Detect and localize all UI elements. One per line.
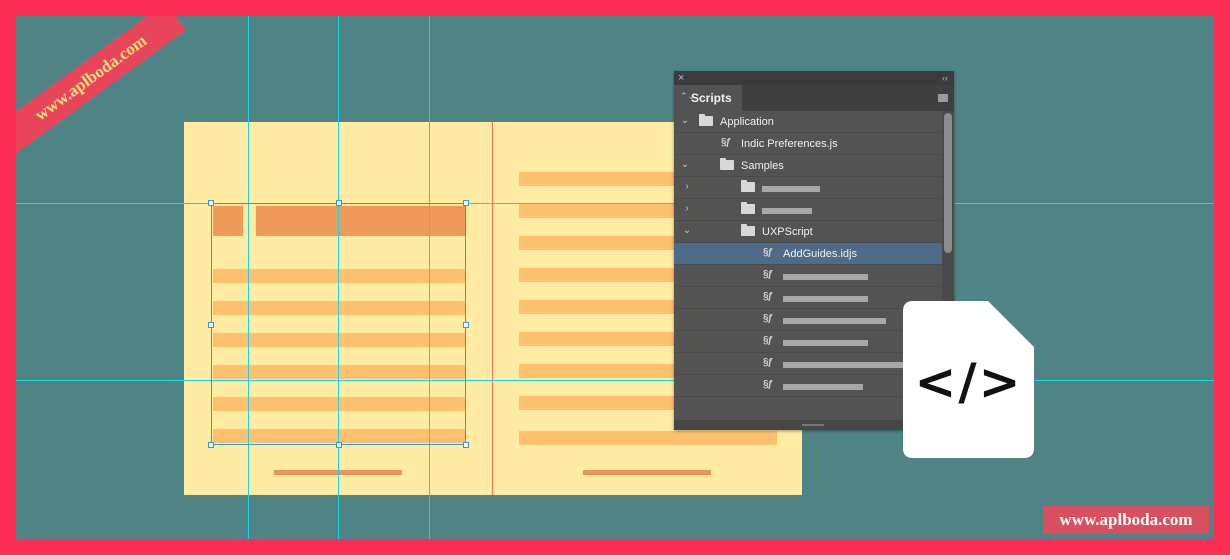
- tree-item-label: UXPScript: [762, 226, 813, 238]
- spread-spine: [492, 122, 493, 495]
- image-frame: www.aplboda.com × ‹‹ ⌃⌄ Scripts ⌄ Applica…: [0, 0, 1230, 555]
- script-icon: §ƒ: [763, 357, 773, 368]
- selection-handle-bottom-left[interactable]: [208, 442, 214, 448]
- chevron-right-icon[interactable]: ›: [682, 203, 692, 214]
- tree-script-row[interactable]: §ƒ Indic Preferences.js: [674, 133, 942, 155]
- folder-icon: [741, 180, 755, 192]
- tree-item-label: AddGuides.idjs: [783, 248, 857, 260]
- tree-item-label: Samples: [741, 160, 784, 172]
- folder-icon: [720, 158, 734, 170]
- chevron-right-icon[interactable]: ›: [682, 181, 692, 192]
- watermark-badge-text: www.aplboda.com: [1059, 510, 1193, 529]
- horizontal-guide[interactable]: [16, 203, 1214, 204]
- script-icon: §ƒ: [763, 247, 773, 258]
- selection-handle-top-left[interactable]: [208, 200, 214, 206]
- document-pasteboard: www.aplboda.com: [16, 16, 1214, 539]
- tree-folder-row[interactable]: ›: [674, 199, 942, 221]
- tab-scripts-label: Scripts: [691, 91, 732, 105]
- panel-title-bar[interactable]: × ‹‹: [674, 71, 954, 85]
- obscured-label: [783, 384, 863, 390]
- script-icon: §ƒ: [763, 291, 773, 302]
- selection-handle-left[interactable]: [208, 322, 214, 328]
- tree-script-row[interactable]: §ƒ: [674, 353, 942, 375]
- code-file-icon: </>: [903, 301, 1034, 458]
- selection-handle-top-right[interactable]: [463, 200, 469, 206]
- chevron-down-icon[interactable]: ⌄: [680, 115, 690, 126]
- tree-folder-row[interactable]: ⌄ UXPScript: [674, 221, 942, 243]
- selection-handle-bottom[interactable]: [336, 442, 342, 448]
- obscured-label: [762, 186, 820, 192]
- tree-folder-row[interactable]: ⌄ Samples: [674, 155, 942, 177]
- scrollbar-thumb[interactable]: [944, 113, 952, 253]
- script-icon: §ƒ: [763, 269, 773, 280]
- horizontal-guide[interactable]: [16, 380, 1214, 381]
- page-footer-line: [583, 470, 711, 475]
- selection-handle-bottom-right[interactable]: [463, 442, 469, 448]
- script-icon: §ƒ: [763, 335, 773, 346]
- tree-script-row[interactable]: §ƒ: [674, 265, 942, 287]
- selection-handle-right[interactable]: [463, 322, 469, 328]
- tab-scripts[interactable]: ⌃⌄ Scripts: [674, 85, 742, 111]
- tree-script-row[interactable]: §ƒ: [674, 309, 942, 331]
- selection-handle-top[interactable]: [336, 200, 342, 206]
- tree-folder-row[interactable]: ⌄ Application: [674, 111, 942, 133]
- obscured-label: [783, 296, 868, 302]
- code-brackets-icon: </>: [914, 353, 1023, 411]
- panel-tab-row: ⌃⌄ Scripts: [674, 85, 954, 111]
- obscured-label: [783, 340, 868, 346]
- chevron-down-icon[interactable]: ⌄: [682, 225, 692, 236]
- text-line[interactable]: [519, 431, 777, 445]
- tree-script-row[interactable]: §ƒ AddGuides.idjs: [674, 243, 942, 265]
- selection-frame[interactable]: [211, 203, 466, 445]
- tree-item-label: Application: [720, 116, 774, 128]
- obscured-label: [783, 318, 886, 324]
- script-icon: §ƒ: [721, 137, 731, 148]
- chevron-down-icon[interactable]: ⌄: [680, 159, 690, 170]
- tree-script-row[interactable]: §ƒ: [674, 287, 942, 309]
- panel-menu-icon[interactable]: [938, 94, 948, 102]
- tree-folder-row[interactable]: ›: [674, 177, 942, 199]
- folder-icon: [741, 224, 755, 236]
- collapse-icon[interactable]: ‹‹: [942, 71, 948, 85]
- scripts-tree[interactable]: ⌄ Application §ƒ Indic Preferences.js ⌄ Sampl…: [674, 111, 942, 420]
- folder-icon: [741, 202, 755, 214]
- tree-item-label: Indic Preferences.js: [741, 138, 838, 150]
- script-icon: §ƒ: [763, 313, 773, 324]
- close-icon[interactable]: ×: [678, 71, 684, 85]
- watermark-badge: www.aplboda.com: [1043, 506, 1209, 534]
- watermark-ribbon: www.aplboda.com: [16, 16, 186, 154]
- obscured-label: [783, 274, 868, 280]
- folder-icon: [699, 114, 713, 126]
- resize-grip[interactable]: [802, 424, 824, 426]
- obscured-label: [762, 208, 812, 214]
- tree-script-row[interactable]: §ƒ: [674, 375, 942, 397]
- tree-script-row[interactable]: §ƒ: [674, 331, 942, 353]
- obscured-label: [783, 362, 908, 368]
- watermark-ribbon-text: www.aplboda.com: [31, 30, 151, 125]
- script-icon: §ƒ: [763, 379, 773, 390]
